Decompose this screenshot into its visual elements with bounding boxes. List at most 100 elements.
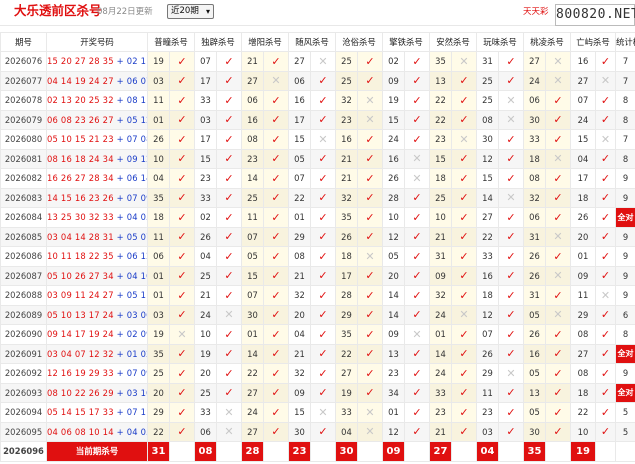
- cross-icon: ✕: [498, 363, 524, 384]
- check-icon: ✓: [216, 226, 242, 247]
- check-icon: ✓: [451, 187, 477, 208]
- kill-number: 23: [429, 129, 452, 150]
- kill-number: 24: [429, 304, 452, 325]
- table-row: 202609212 16 19 29 33 + 07 0925✓20✓22✓32…: [0, 363, 635, 384]
- check-icon: ✓: [404, 363, 430, 384]
- check-icon: ✓: [545, 207, 571, 228]
- check-icon: ✓: [263, 246, 289, 267]
- draw-numbers: 16 26 27 28 34 + 06 14: [46, 168, 148, 189]
- kill-number: 22: [476, 226, 499, 247]
- kill-number: 09: [288, 382, 311, 403]
- check-icon: ✓: [216, 90, 242, 111]
- current-kill-number: 27: [429, 441, 452, 462]
- site-name-link[interactable]: 天天彩: [523, 6, 549, 18]
- kill-number: 27: [241, 382, 264, 403]
- current-kill-number: 30: [335, 441, 358, 462]
- check-icon: ✓: [169, 363, 195, 384]
- kill-number: 32: [335, 187, 358, 208]
- kill-number: 18: [523, 148, 546, 169]
- check-icon: ✓: [404, 304, 430, 325]
- check-icon: ✓: [545, 187, 571, 208]
- hit-count: 9: [615, 363, 635, 384]
- kill-number: 09: [382, 70, 405, 91]
- check-icon: ✓: [595, 90, 616, 111]
- kill-number: 21: [429, 421, 452, 442]
- cross-icon: ✕: [545, 265, 571, 286]
- check-icon: ✓: [595, 324, 616, 345]
- blank-cell: [498, 441, 524, 462]
- check-icon: ✓: [404, 207, 430, 228]
- check-icon: ✓: [310, 363, 336, 384]
- kill-number: 08: [476, 109, 499, 130]
- kill-number: 05: [523, 363, 546, 384]
- kill-number: 08: [241, 129, 264, 150]
- kill-number: 22: [429, 90, 452, 111]
- check-icon: ✓: [498, 148, 524, 169]
- hit-count: 全对: [615, 343, 635, 364]
- cross-icon: ✕: [169, 324, 195, 345]
- kill-number: 05: [241, 246, 264, 267]
- cross-icon: ✕: [216, 421, 242, 442]
- check-icon: ✓: [263, 226, 289, 247]
- table-row: 202608503 04 14 28 31 + 05 0711✓26✓07✓29…: [0, 226, 635, 247]
- issue-number: 2026095: [0, 421, 47, 442]
- check-icon: ✓: [595, 168, 616, 189]
- check-icon: ✓: [216, 129, 242, 150]
- table-row: 202608610 11 18 22 35 + 06 1206✓04✓05✓08…: [0, 246, 635, 267]
- draw-numbers: 08 10 22 26 29 + 03 10: [46, 382, 148, 403]
- cross-icon: ✕: [595, 129, 616, 150]
- hit-count: 7: [615, 51, 635, 72]
- kill-number: 27: [241, 421, 264, 442]
- issue-number: 2026083: [0, 187, 47, 208]
- check-icon: ✓: [216, 246, 242, 267]
- kill-number: 15: [241, 265, 264, 286]
- kill-number: 28: [382, 187, 405, 208]
- kill-number: 06: [241, 90, 264, 111]
- check-icon: ✓: [263, 285, 289, 306]
- check-icon: ✓: [263, 129, 289, 150]
- kill-number: 29: [476, 363, 499, 384]
- plus-separator: +: [113, 426, 127, 437]
- kill-number: 26: [382, 168, 405, 189]
- check-icon: ✓: [451, 402, 477, 423]
- table-row: 202609103 04 07 12 32 + 01 0235✓19✓14✓21…: [0, 343, 635, 364]
- plus-separator: +: [113, 251, 127, 262]
- kill-number: 18: [476, 285, 499, 306]
- back-numbers: 04 05: [126, 426, 147, 437]
- kill-number: 35: [429, 51, 452, 72]
- check-icon: ✓: [169, 51, 195, 72]
- check-icon: ✓: [545, 168, 571, 189]
- kill-number: 18: [429, 168, 452, 189]
- back-numbers: 02 09: [126, 329, 147, 340]
- kill-number: 31: [523, 285, 546, 306]
- check-icon: ✓: [357, 187, 383, 208]
- period-select[interactable]: 近20期 ▾: [167, 4, 214, 19]
- check-icon: ✓: [404, 343, 430, 364]
- column-header: 擎铁杀号: [382, 32, 430, 52]
- draw-numbers: 06 08 23 26 27 + 05 12: [46, 109, 148, 130]
- kill-number: 15: [194, 148, 217, 169]
- draw-numbers: 10 11 18 22 35 + 06 12: [46, 246, 148, 267]
- kill-number: 33: [429, 382, 452, 403]
- issue-number: 2026087: [0, 265, 47, 286]
- check-icon: ✓: [263, 324, 289, 345]
- cross-icon: ✕: [404, 148, 430, 169]
- check-icon: ✓: [498, 285, 524, 306]
- check-icon: ✓: [216, 168, 242, 189]
- kill-number-table: 期号 开奖号码 普疃杀号 独辟杀号 增阳杀号 随风杀号 沧俗杀号 擎铁杀号 安然杀号 玩味杀号 桃凌…: [0, 32, 635, 462]
- cross-icon: ✕: [357, 246, 383, 267]
- cross-icon: ✕: [498, 109, 524, 130]
- kill-number: 17: [194, 70, 217, 91]
- check-icon: ✓: [216, 207, 242, 228]
- kill-number: 20: [194, 363, 217, 384]
- column-header: 期号: [0, 32, 47, 52]
- issue-number: 2026091: [0, 343, 47, 364]
- check-icon: ✓: [216, 363, 242, 384]
- plus-separator: +: [113, 134, 127, 145]
- kill-number: 05: [523, 304, 546, 325]
- check-icon: ✓: [545, 382, 571, 403]
- kill-number: 17: [288, 109, 311, 130]
- draw-numbers: 15 20 27 28 35 + 02 11: [46, 51, 148, 72]
- kill-number: 01: [382, 402, 405, 423]
- front-numbers: 05 14 15 17 33: [47, 407, 114, 418]
